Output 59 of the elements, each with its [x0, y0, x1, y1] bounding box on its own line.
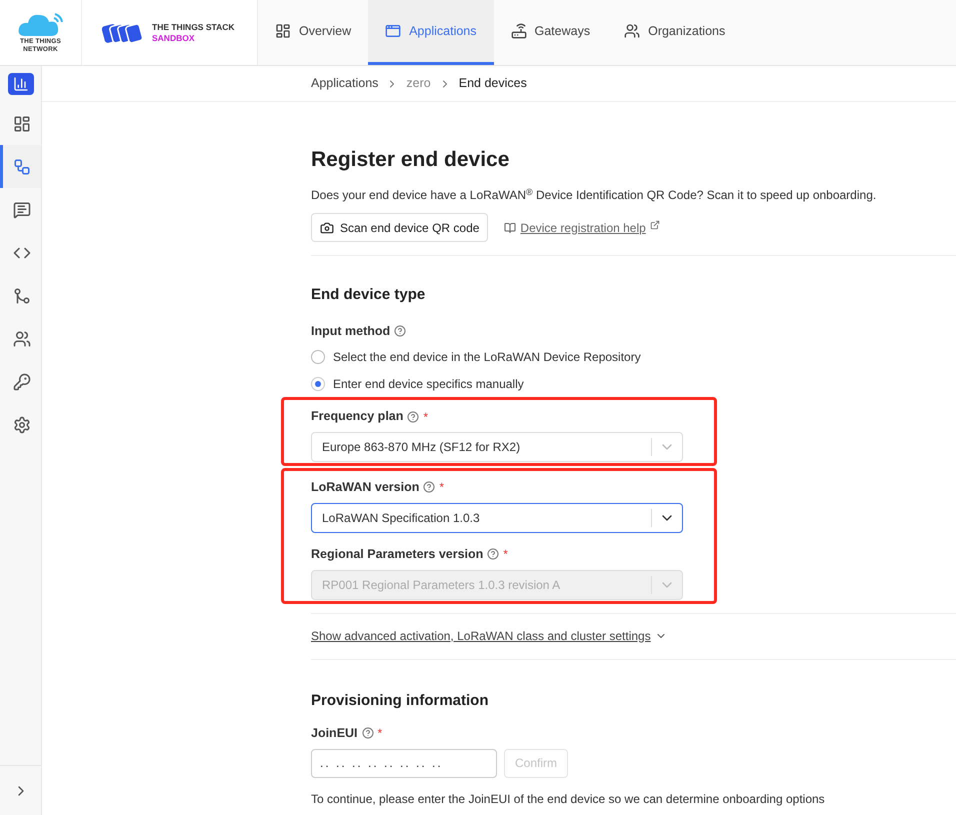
field-label: JoinEUI: [311, 725, 358, 742]
hint-text: To continue, please enter the JoinEUI of the end device so we can determine onboarding options: [311, 790, 826, 808]
select-value: Europe 863-870 MHz (SF12 for RX2): [321, 439, 522, 456]
advanced-settings-link[interactable]: Show advanced activation, LoRaWAN class and cluster settings: [311, 626, 651, 644]
nav-tab[interactable]: Overview: [258, 0, 368, 65]
select-value: RP001 Regional Parameters 1.0.3 revision A: [321, 576, 562, 594]
key-icon: [13, 372, 31, 390]
radio-label: Enter end device specifics manually: [333, 376, 524, 394]
dashboard-icon: [275, 23, 291, 39]
router-icon: [510, 23, 526, 39]
required-mark: *: [423, 408, 428, 426]
breadcrumb-link[interactable]: End devices: [458, 74, 527, 93]
page-title: Register end device: [311, 147, 510, 173]
network-icon: [13, 158, 31, 176]
camera-icon: [320, 220, 334, 234]
select-field[interactable]: LoRaWAN Specification 1.0.3: [311, 502, 683, 533]
breadcrumb-link[interactable]: zero: [406, 74, 431, 93]
radio-button[interactable]: [311, 377, 325, 392]
required-mark: *: [503, 546, 508, 564]
radio-button[interactable]: [311, 350, 325, 364]
breadcrumb-link[interactable]: Applications: [311, 74, 378, 93]
settings-icon: [13, 416, 31, 434]
app-logo-icon: [8, 73, 34, 95]
radio-label: Select the end device in the LoRaWAN Device Repository: [333, 349, 641, 366]
section-heading: End device type: [311, 285, 426, 305]
people-icon: [13, 330, 31, 348]
help-link[interactable]: Device registration help: [520, 218, 646, 236]
select-field[interactable]: Europe 863-870 MHz (SF12 for RX2): [311, 432, 683, 462]
logo-text: SANDBOX: [152, 32, 196, 44]
field-label: Regional Parameters version: [311, 546, 484, 563]
window-icon: [385, 23, 402, 39]
merge-icon: [13, 286, 31, 304]
stack-logo-icon: [102, 22, 144, 44]
field-label: Input method: [311, 322, 390, 340]
help-icon[interactable]: [423, 481, 436, 494]
cloud-logo-icon: [16, 12, 64, 38]
help-icon[interactable]: [362, 727, 374, 740]
nav-tab[interactable]: Applications: [368, 0, 494, 65]
section-heading: Provisioning information: [311, 690, 490, 710]
dashboard-icon: [13, 114, 31, 132]
help-icon[interactable]: [394, 324, 406, 337]
join-eui-field[interactable]: .. .. .. .. .. .. .. ..: [311, 748, 497, 778]
required-mark: *: [439, 479, 444, 496]
message-icon: [13, 200, 31, 218]
help-icon[interactable]: [407, 410, 420, 423]
field-label: LoRaWAN version: [311, 479, 420, 496]
intro-text: Does your end device have a LoRaWAN$^{®}$ Device Identification QR Code? Scan it to speed up onboarding.: [311, 186, 878, 204]
field-label: Frequency plan: [311, 408, 404, 426]
people-icon: [624, 23, 640, 39]
sidebar-item[interactable]: [0, 145, 41, 188]
nav-tab[interactable]: Organizations: [607, 0, 742, 65]
required-mark: *: [378, 725, 382, 742]
scan-qr-button[interactable]: Scan end device QR code: [311, 213, 488, 242]
book-icon: [504, 222, 516, 234]
logo-text: THE THINGS STACK: [152, 22, 234, 32]
nav-tab[interactable]: Gateways: [494, 0, 608, 65]
help-icon[interactable]: [487, 548, 500, 560]
external-link-icon: [650, 220, 660, 230]
select-value: LoRaWAN Specification 1.0.3: [321, 510, 481, 527]
